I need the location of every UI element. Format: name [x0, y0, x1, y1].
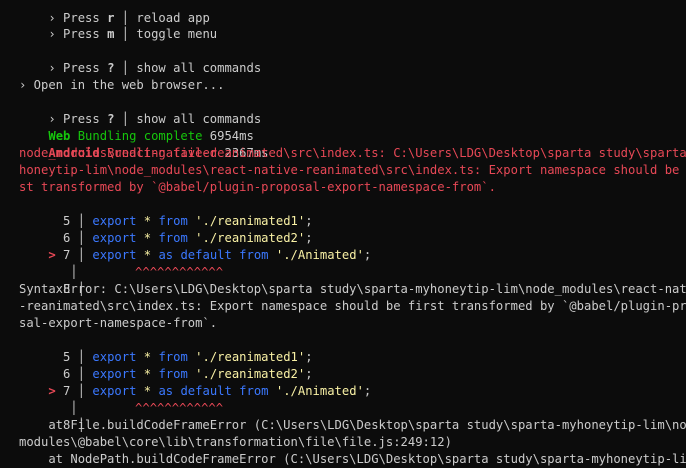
stack-trace-line: at File.buildCodeFrameError (C:\Users\LD…: [19, 418, 686, 432]
error-line: honeytip-lim\node_modules\react-native-r…: [19, 163, 686, 177]
stack-trace-line: modules\@babel\core\lib\transformation\f…: [19, 435, 452, 449]
code-semicolon: ;: [363, 248, 372, 262]
code-frame-line: 8 │: [63, 282, 86, 296]
android-bundle-line: Android Bundling failed 2367ms: [19, 128, 268, 160]
code-frame-line-error: > 7 │ export * as default from './Animat…: [48, 248, 372, 262]
caret-line: │ ^^^^^^^^^^^^: [48, 265, 224, 279]
error-caret: ^^^^^^^^^^^^: [135, 401, 224, 415]
code-frame-line: 6 │ export * from './reanimated2';: [19, 213, 313, 245]
menu-commands-text: show all commands: [136, 61, 262, 75]
error-line: st transformed by `@babel/plugin-proposa…: [19, 180, 496, 194]
code-semicolon: ;: [363, 384, 372, 398]
code-string: './Animated': [268, 248, 364, 262]
menu-toggle-sep: │: [114, 27, 137, 41]
caret-line: │ ^^^^^^^^^^^^: [48, 401, 224, 415]
stack-trace-line: at NodePath.buildCodeFrameError (C:\User…: [19, 452, 686, 466]
menu-toggle-line: › Press m │ toggle menu: [19, 9, 217, 41]
syntax-error-line: -reanimated\src\index.ts: Export namespa…: [19, 299, 686, 313]
error-caret: ^^^^^^^^^^^^: [135, 265, 224, 279]
code-frame-line: 5 │ export * from './reanimated1';: [19, 196, 313, 228]
code-frame-line: 5 │ export * from './reanimated1';: [19, 332, 313, 364]
menu-commands-line: › Press ? │ show all commands: [19, 43, 261, 75]
code-string: './Animated': [268, 384, 364, 398]
error-line: node_modules\react-native-reanimated\src…: [19, 146, 686, 160]
web-bundle-line: Web Bundling complete 6954ms: [19, 111, 253, 143]
code-frame-line-error: > 7 │ export * as default from './Animat…: [48, 384, 372, 398]
open-browser-line: › Open in the web browser...: [19, 78, 225, 92]
menu-commands-sep: │: [114, 61, 137, 75]
code-frame-line: 6 │ export * from './reanimated2';: [19, 349, 313, 381]
menu-toggle-prefix: › Press: [48, 27, 108, 41]
terminal-window[interactable]: › Press r │ reload app › Press m │ toggl…: [0, 0, 686, 468]
syntax-error-line: sal-export-namespace-from`.: [19, 316, 218, 330]
code-frame-line: 8 │: [63, 418, 86, 432]
menu-toggle-text: toggle menu: [136, 27, 218, 41]
syntax-error-line: SyntaxError: C:\Users\LDG\Desktop\sparta…: [19, 282, 686, 296]
menu-commands-line-2: › Press ? │ show all commands: [19, 94, 261, 126]
menu-commands-prefix: › Press: [48, 61, 108, 75]
